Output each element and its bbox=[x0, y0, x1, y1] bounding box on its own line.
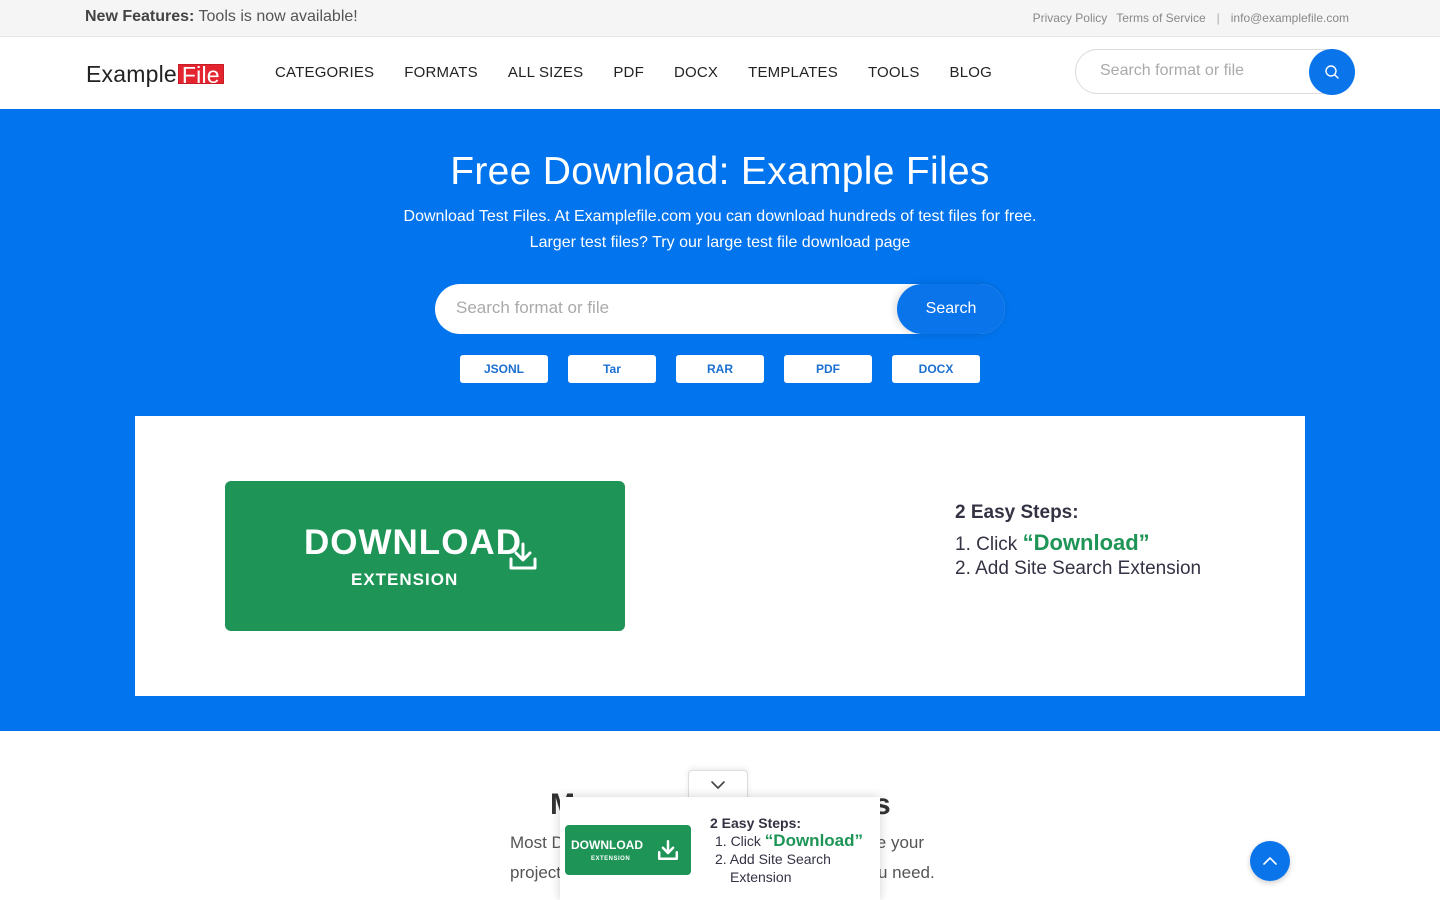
popup-download-button[interactable]: DOWNLOAD EXTENSION bbox=[565, 825, 691, 875]
main-nav: Example File CATEGORIES FORMATS ALL SIZES… bbox=[0, 37, 1440, 109]
format-chips: JSONL Tar RAR PDF DOCX bbox=[460, 355, 980, 383]
chevron-up-icon bbox=[1263, 857, 1277, 865]
terms-of-service-link[interactable]: Terms of Service bbox=[1116, 11, 1205, 25]
nav-search-input[interactable] bbox=[1100, 62, 1300, 80]
hero-search-input[interactable] bbox=[456, 298, 876, 318]
chevron-down-icon bbox=[711, 780, 725, 789]
popup-step-1-highlight: “Download” bbox=[764, 831, 864, 850]
nav-item-blog[interactable]: BLOG bbox=[950, 64, 992, 81]
section-text-2-left: project bbox=[510, 863, 562, 882]
hero-search-button[interactable]: Search bbox=[897, 284, 1005, 334]
top-announcement-bar: New Features: Tools is now available! Pr… bbox=[0, 0, 1440, 37]
popup-steps: 2 Easy Steps: 1. Click “Download” 2. Add… bbox=[710, 814, 863, 886]
hero-title: Free Download: Example Files bbox=[450, 150, 990, 193]
nav-item-docx[interactable]: DOCX bbox=[674, 64, 718, 81]
popup-step-2: 2. Add Site Search bbox=[715, 851, 831, 867]
chip-tar[interactable]: Tar bbox=[568, 355, 656, 383]
download-icon bbox=[509, 542, 537, 570]
nav-menu: CATEGORIES FORMATS ALL SIZES PDF DOCX TE… bbox=[275, 64, 992, 81]
search-icon bbox=[1325, 65, 1339, 79]
scroll-to-top-button[interactable] bbox=[1250, 841, 1290, 881]
easy-steps: 2 Easy Steps: 1. Click “Download” 2. Add… bbox=[955, 502, 1201, 580]
logo-text: Example bbox=[86, 60, 177, 87]
nav-item-categories[interactable]: CATEGORIES bbox=[275, 64, 374, 81]
extension-promo-card: DOWNLOAD EXTENSION 2 Easy Steps: 1. Clic… bbox=[135, 416, 1305, 696]
extension-popup: DOWNLOAD EXTENSION 2 Easy Steps: 1. Clic… bbox=[560, 797, 880, 900]
popup-step-1: 1. Click “Download” bbox=[710, 832, 863, 850]
hero-subtitle-line-1: Download Test Files. At Examplefile.com … bbox=[403, 208, 1037, 225]
chip-rar[interactable]: RAR bbox=[676, 355, 764, 383]
download-extension-button[interactable]: DOWNLOAD EXTENSION bbox=[225, 481, 625, 631]
download-label: DOWNLOAD bbox=[304, 523, 522, 562]
hero-section: Free Download: Example Files Download Te… bbox=[0, 109, 1440, 731]
nav-item-tools[interactable]: TOOLS bbox=[868, 64, 920, 81]
step-1-text: 1. Click bbox=[955, 534, 1023, 555]
step-1: 1. Click “Download” bbox=[955, 530, 1201, 556]
popup-step-2-cont: Extension bbox=[730, 869, 792, 885]
announcement: New Features: Tools is now available! bbox=[85, 8, 358, 26]
nav-item-all-sizes[interactable]: ALL SIZES bbox=[508, 64, 583, 81]
logo-badge: File bbox=[177, 64, 224, 87]
nav-item-formats[interactable]: FORMATS bbox=[404, 64, 478, 81]
extension-label: EXTENSION bbox=[351, 570, 459, 589]
nav-search-box bbox=[1075, 49, 1355, 95]
chip-pdf[interactable]: PDF bbox=[784, 355, 872, 383]
steps-heading: 2 Easy Steps: bbox=[955, 502, 1079, 523]
nav-item-templates[interactable]: TEMPLATES bbox=[748, 64, 838, 81]
hero-search-box: Search bbox=[435, 284, 1005, 334]
popup-steps-heading: 2 Easy Steps: bbox=[710, 815, 802, 831]
privacy-policy-link[interactable]: Privacy Policy bbox=[1033, 11, 1108, 25]
popup-extension-label: EXTENSION bbox=[591, 856, 631, 862]
popup-collapse-toggle[interactable] bbox=[688, 770, 748, 798]
popup-step-1-text: 1. Click bbox=[715, 833, 765, 849]
step-1-highlight: “Download” bbox=[1022, 530, 1150, 555]
hero-subtitle: Download Test Files. At Examplefile.com … bbox=[0, 204, 1440, 256]
large-files-link[interactable]: Larger test files? Try our large test fi… bbox=[0, 230, 1440, 256]
section-text-1-left: Most D bbox=[510, 833, 564, 852]
nav-item-pdf[interactable]: PDF bbox=[613, 64, 644, 81]
email-link[interactable]: info@examplefile.com bbox=[1231, 11, 1349, 25]
announcement-text: Tools is now available! bbox=[194, 8, 358, 25]
section-text-2-right: u need. bbox=[878, 863, 935, 882]
section-text-1-right: le your bbox=[873, 833, 925, 852]
popup-download-label: DOWNLOAD bbox=[571, 838, 643, 852]
download-icon bbox=[657, 839, 679, 861]
announcement-label: New Features: bbox=[85, 8, 195, 25]
separator: | bbox=[1216, 11, 1220, 25]
site-logo[interactable]: Example File bbox=[86, 60, 224, 87]
chip-docx[interactable]: DOCX bbox=[892, 355, 980, 383]
step-2: 2. Add Site Search Extension bbox=[955, 558, 1202, 579]
nav-search-button[interactable] bbox=[1309, 49, 1355, 95]
top-links: Privacy Policy Terms of Service | info@e… bbox=[1033, 11, 1349, 25]
chip-jsonl[interactable]: JSONL bbox=[460, 355, 548, 383]
